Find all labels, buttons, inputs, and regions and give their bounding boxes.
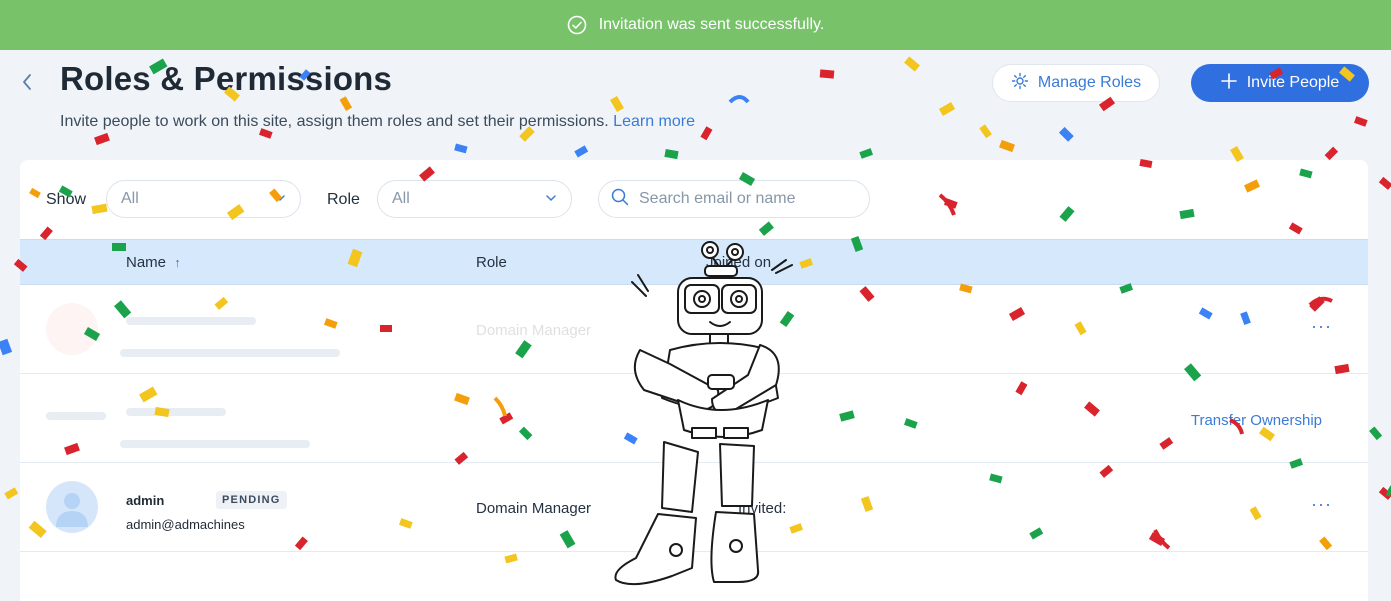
chevron-down-icon	[545, 192, 557, 207]
subtitle-text: Invite people to work on this site, assi…	[60, 113, 609, 130]
transfer-ownership-link[interactable]: Transfer Ownership	[1191, 412, 1322, 429]
invite-people-button[interactable]: Invite People	[1191, 64, 1369, 102]
more-actions-button[interactable]: ···	[1311, 316, 1332, 337]
avatar	[46, 303, 98, 355]
filter-bar: Show All Role All	[20, 160, 1368, 240]
column-name-label: Name	[126, 254, 167, 271]
invite-people-label: Invite People	[1246, 74, 1340, 91]
avatar	[46, 481, 98, 533]
plus-icon	[1220, 72, 1237, 94]
member-email: admin@admachines	[126, 517, 245, 532]
show-filter-select[interactable]: All	[106, 180, 301, 218]
robot-illustration	[614, 241, 793, 586]
column-name-header[interactable]: Name ↑	[126, 254, 181, 271]
search-box[interactable]	[598, 180, 870, 218]
page-subtitle: Invite people to work on this site, assi…	[60, 113, 695, 131]
column-role-header: Role	[476, 254, 507, 271]
more-actions-button[interactable]: ···	[1311, 494, 1332, 515]
toast-message: Invitation was sent successfully.	[598, 16, 825, 33]
blurred-text	[126, 317, 256, 325]
search-icon	[611, 188, 629, 211]
user-silhouette-icon	[56, 493, 88, 527]
blurred-text	[120, 349, 340, 357]
page-title: Roles & Permissions	[60, 60, 393, 97]
role-filter-select[interactable]: All	[377, 180, 572, 218]
role-filter-value: All	[392, 190, 410, 207]
learn-more-link[interactable]: Learn more	[613, 113, 695, 130]
blurred-text	[126, 408, 226, 416]
check-circle-icon	[567, 15, 587, 35]
blurred-text	[46, 412, 106, 420]
status-badge: PENDING	[216, 491, 287, 509]
show-filter-value: All	[121, 190, 139, 207]
gear-icon	[1011, 72, 1029, 95]
member-name: admin	[126, 493, 165, 508]
sort-arrow-up-icon: ↑	[174, 255, 181, 270]
show-filter-label: Show	[46, 191, 87, 208]
role-filter-label: Role	[327, 191, 360, 208]
blurred-text	[120, 440, 310, 448]
manage-roles-button[interactable]: Manage Roles	[992, 64, 1160, 102]
chevron-down-icon	[274, 192, 286, 207]
success-toast: Invitation was sent successfully.	[0, 0, 1391, 50]
back-arrow-icon[interactable]	[18, 70, 36, 94]
search-input[interactable]	[639, 190, 859, 208]
manage-roles-label: Manage Roles	[1037, 74, 1142, 91]
